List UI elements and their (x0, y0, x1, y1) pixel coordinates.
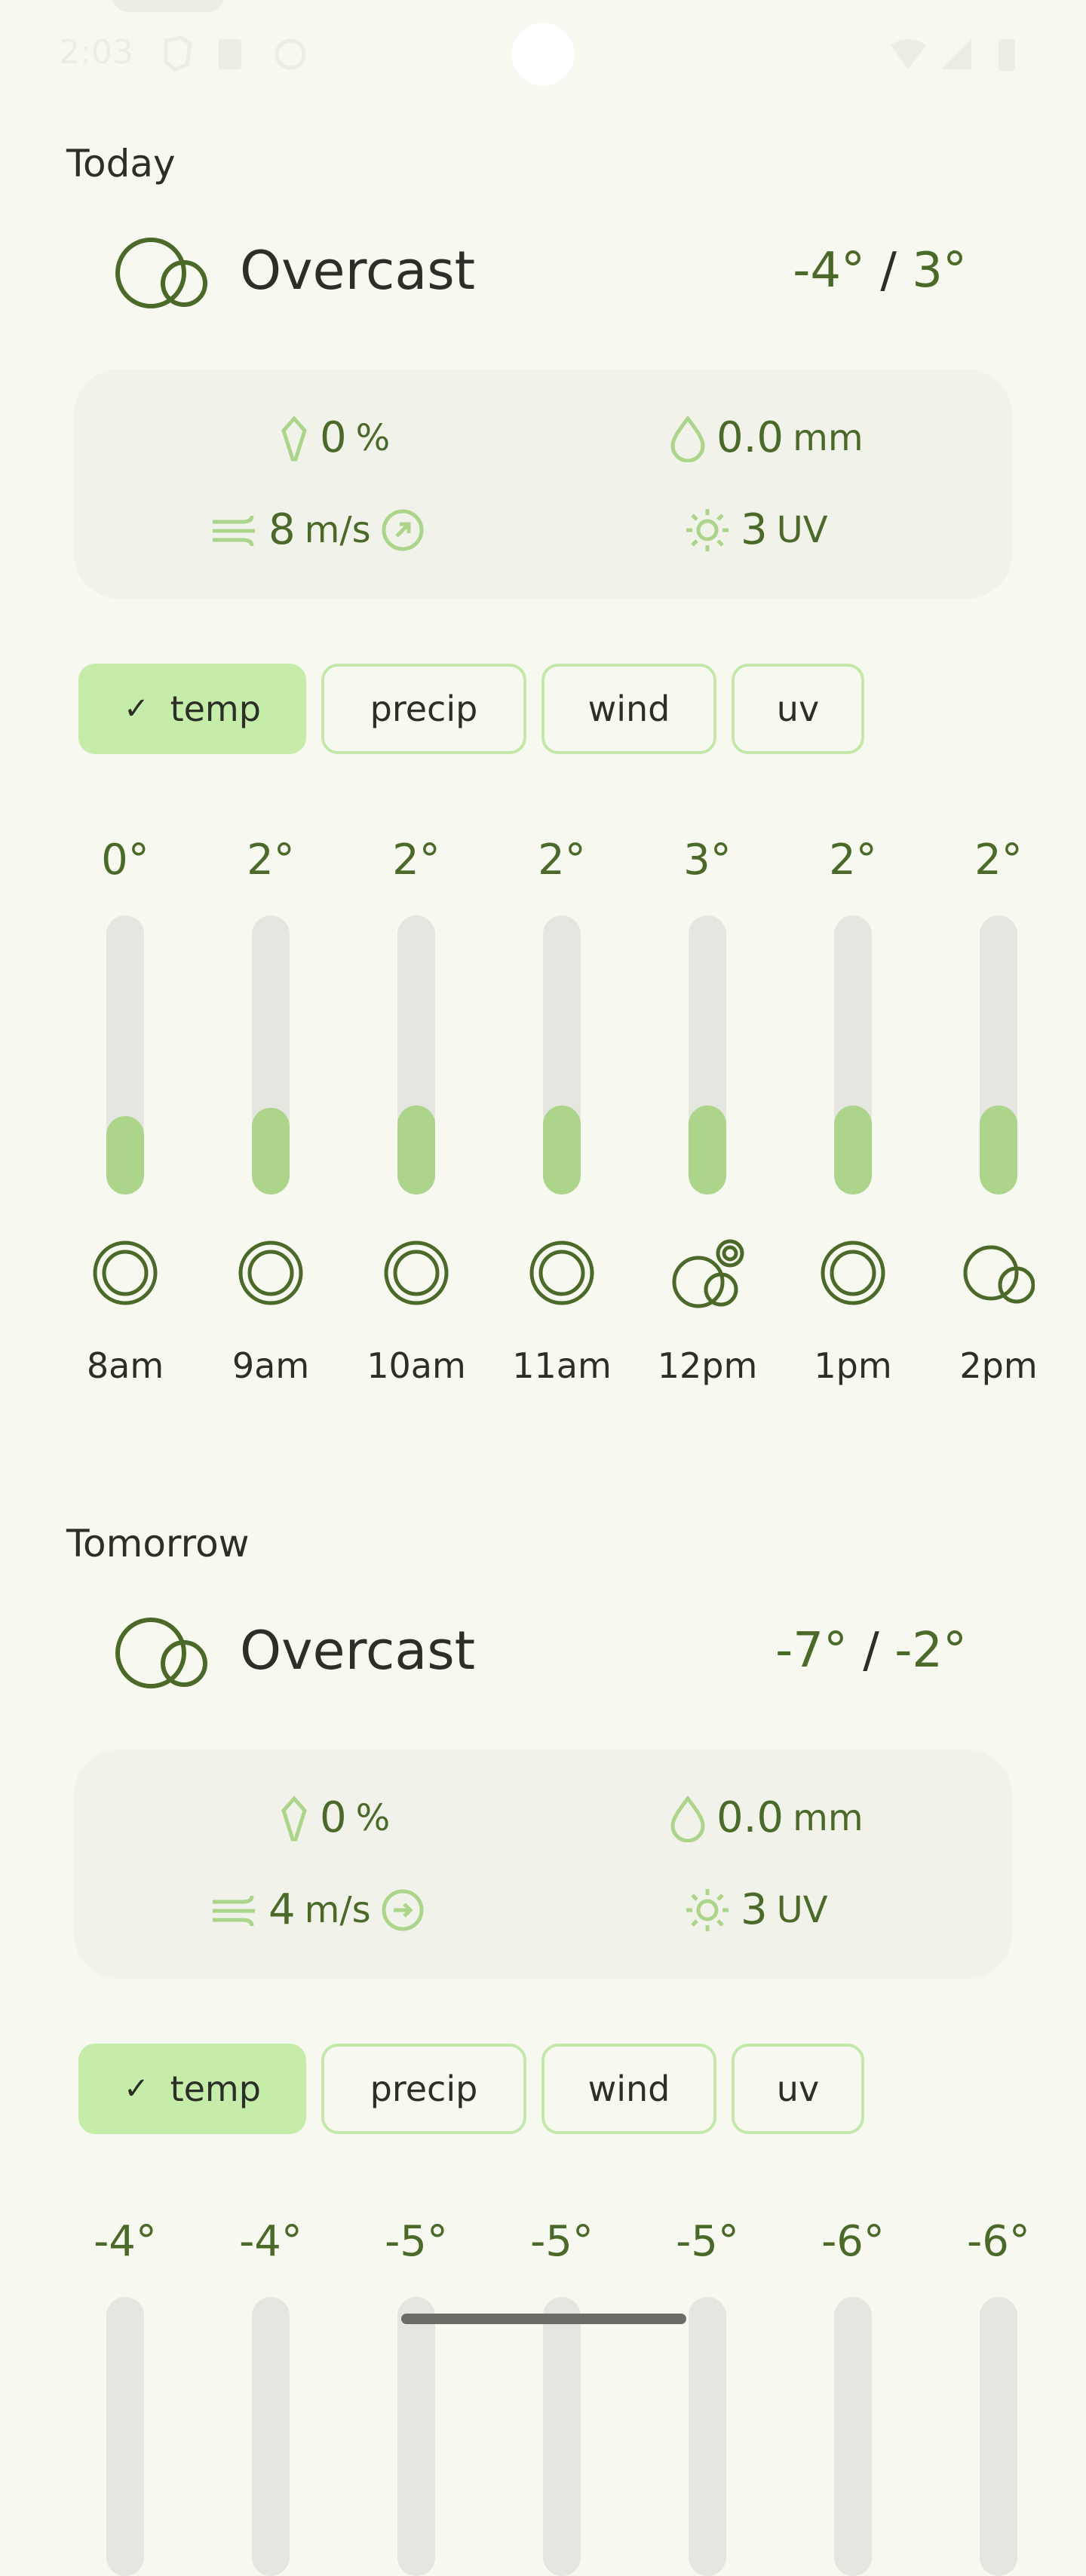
sun-icon (686, 1888, 729, 1931)
temp-bar (980, 2297, 1017, 2576)
temp-bar (252, 2297, 290, 2576)
chip-label: precip (370, 2068, 478, 2109)
temp-range: -7° / -2° (775, 1623, 967, 1679)
day-label: Tomorrow (66, 1522, 250, 1566)
hourly-temp: -6° (796, 2217, 910, 2266)
stats-card: 0% 0.0 mm 4 m/s 3 UV (74, 1750, 1012, 1979)
droplet-icon (670, 1795, 705, 1842)
chip-precip[interactable]: precip (321, 2044, 526, 2134)
temp-bar (689, 2297, 726, 2576)
temp-separator: / (863, 1623, 879, 1679)
precip-amount-unit: mm (793, 1796, 864, 1839)
precip-chance-stat: 0% (278, 1793, 390, 1842)
hourly-temp-value: -5° (530, 2217, 594, 2266)
wind-direction-icon (382, 1889, 424, 1930)
condition-text: Overcast (240, 1620, 476, 1682)
temp-bar (543, 2297, 581, 2576)
chip-label: uv (776, 2068, 820, 2109)
precip-chance-value: 0 (320, 1793, 347, 1842)
chip-label: wind (587, 2068, 670, 2109)
hourly-temp: -4° (214, 2217, 327, 2266)
hourly-temp-value: -6° (821, 2217, 885, 2266)
wind-icon (213, 1895, 255, 1926)
precip-amount-stat: 0.0 mm (668, 1793, 864, 1842)
metric-chips: ✓ temp precip wind uv (78, 2044, 864, 2137)
chip-wind[interactable]: wind (541, 2044, 716, 2134)
chip-label: temp (170, 2068, 261, 2109)
hourly-temp-value: -5° (385, 2217, 448, 2266)
precip-chance-unit: % (355, 1796, 391, 1839)
chip-uv[interactable]: uv (732, 2044, 864, 2134)
temp-low: -7° (775, 1623, 848, 1679)
temp-bar (397, 2297, 435, 2576)
umbrella-icon (281, 1795, 307, 1841)
temp-high: -2° (894, 1623, 967, 1679)
wind-stat: 4 m/s (210, 1885, 425, 1934)
uv-value: 3 (741, 1885, 768, 1934)
hourly-temp-value: -5° (676, 2217, 739, 2266)
overcast-icon (115, 1618, 207, 1688)
uv-stat: 3 UV (683, 1885, 828, 1934)
check-icon: ✓ (124, 2072, 149, 2106)
home-indicator[interactable] (401, 2314, 686, 2324)
scroll-edge (1035, 0, 1086, 2353)
hourly-temp-value: -4° (239, 2217, 302, 2266)
wind-unit: m/s (304, 1888, 371, 1931)
day-section-tomorrow: Tomorrow Overcast -7° / -2° 0% 0.0 mm 4 m/… (0, 0, 1086, 2576)
hourly-temp: -4° (69, 2217, 182, 2266)
chip-temp[interactable]: ✓ temp (78, 2044, 306, 2134)
hourly-temp: -5° (360, 2217, 473, 2266)
hourly-temp: -5° (505, 2217, 618, 2266)
wind-value: 4 (268, 1885, 296, 1934)
hourly-temp-value: -6° (967, 2217, 1030, 2266)
hourly-temp: -5° (651, 2217, 764, 2266)
temp-bar (106, 2297, 144, 2576)
precip-amount-value: 0.0 (716, 1793, 784, 1842)
uv-unit: UV (776, 1888, 828, 1931)
hourly-temp-value: -4° (94, 2217, 157, 2266)
temp-bar (834, 2297, 872, 2576)
